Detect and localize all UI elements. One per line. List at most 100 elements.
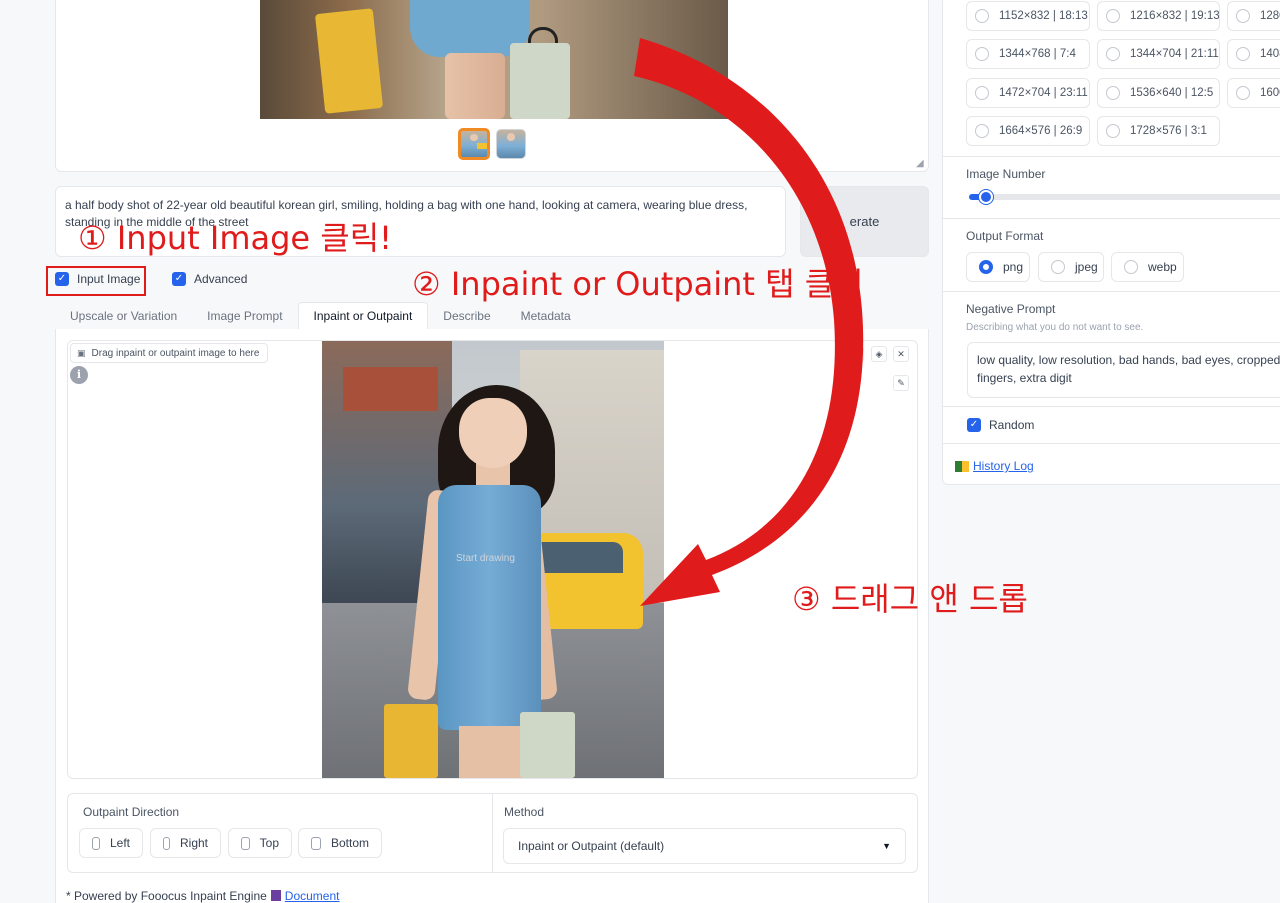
aspect-ratio-option[interactable]: 1152×832 | 18:13 [966,1,1090,31]
aspect-ratio-option[interactable]: 1344×768 | 7:4 [966,39,1090,69]
aspect-ratio-label: 1472×704 | 23:11 [999,87,1088,99]
book-icon [955,460,969,472]
radio-icon [1051,260,1065,274]
radio-icon [1236,47,1250,61]
history-log-label: History Log [973,459,1034,473]
outpaint-top-checkbox[interactable]: Top [228,828,292,858]
aspect-ratio-option[interactable]: 1280 [1227,1,1280,31]
gallery-thumbnail[interactable] [496,129,526,159]
negative-prompt-textarea[interactable]: low quality, low resolution, bad hands, … [967,342,1280,398]
gallery-thumbnail-selected[interactable] [458,128,490,160]
outpaint-right-checkbox[interactable]: Right [150,828,221,858]
format-png-label: png [1003,260,1024,274]
radio-icon [975,86,989,100]
checkbox-box [92,836,100,850]
aspect-ratio-option[interactable]: 1536×640 | 12:5 [1097,78,1220,108]
history-log-link[interactable]: History Log [955,459,1034,473]
aspect-ratio-option[interactable]: 1472×704 | 23:11 [966,78,1090,108]
annotation-step-1: ① Input Image 클릭! [78,219,392,257]
resize-handle-icon[interactable]: ◢ [916,159,926,169]
advanced-checkbox[interactable]: ✓ Advanced [172,272,247,286]
photo-white-bag [510,43,570,119]
aspect-ratio-label: 1664×576 | 26:9 [999,125,1083,137]
random-label: Random [989,418,1035,432]
output-format-label: Output Format [966,229,1044,243]
format-option-webp[interactable]: webp [1111,252,1184,282]
photo-dress [438,485,541,730]
method-dropdown[interactable]: Inpaint or Outpaint (default) ▼ [503,828,906,864]
brush-icon[interactable]: ✎ [893,375,909,391]
aspect-ratio-option[interactable]: 1216×832 | 19:13 [1097,1,1220,31]
powered-label: * Powered by Fooocus Inpaint Engine [66,889,267,903]
outpaint-direction-label: Outpaint Direction [83,805,180,819]
aspect-ratio-label: 1728×576 | 3:1 [1130,125,1207,137]
aspect-ratio-label: 1344×704 | 21:11 [1130,48,1219,60]
tab-describe[interactable]: Describe [428,303,505,330]
outpaint-bottom-checkbox[interactable]: Bottom [298,828,382,858]
fooocus-app: ◢ a half body shot of 22-year old beauti… [0,0,1280,903]
checkbox-box [163,836,170,850]
photo-yellow-bag [314,8,384,114]
aspect-ratio-options: 1152×832 | 18:13 1216×832 | 19:13 1280 1… [943,0,1280,157]
photo-legs [458,725,528,778]
radio-icon [1124,260,1138,274]
section-divider [943,406,1280,407]
powered-by-text: * Powered by Fooocus Inpaint Engine Docum… [66,889,340,903]
radio-icon [975,47,989,61]
aspect-ratio-option[interactable]: 1728×576 | 3:1 [1097,116,1220,146]
thumbnail-face [506,133,516,141]
photo-white-bag [520,712,576,778]
annotation-step-2: ② Inpaint or Outpaint 탭 클릭 [412,265,864,303]
aspect-ratio-option[interactable]: 1600 [1227,78,1280,108]
aspect-ratio-label: 1280 [1260,10,1280,22]
format-jpeg-label: jpeg [1075,260,1098,274]
method-value: Inpaint or Outpaint (default) [518,839,665,853]
negative-prompt-label: Negative Prompt [966,302,1056,316]
tab-metadata[interactable]: Metadata [506,303,586,330]
advanced-label: Advanced [194,272,248,286]
radio-icon [1236,9,1250,23]
aspect-ratio-label: 1152×832 | 18:13 [999,10,1088,22]
photo-yellow-bag [383,703,439,778]
options-divider [492,794,493,872]
aspect-ratio-option[interactable]: 1344×704 | 21:11 [1097,39,1220,69]
aspect-ratio-option[interactable]: 1664×576 | 26:9 [966,116,1090,146]
tab-inpaint-or-outpaint[interactable]: Inpaint or Outpaint [297,302,429,330]
outpaint-left-checkbox[interactable]: Left [79,828,143,858]
section-divider [943,291,1280,292]
document-link[interactable]: Document [285,889,340,903]
image-number-slider[interactable] [969,194,1280,200]
curved-arrow [634,38,864,606]
negative-prompt-hint: Describing what you do not want to see. [966,322,1144,333]
aspect-ratio-label: 1600 [1260,87,1280,99]
start-drawing-hint: Start drawing [456,553,515,564]
photo-face [458,397,528,468]
tab-upscale-or-variation[interactable]: Upscale or Variation [55,303,192,330]
close-icon[interactable]: ✕ [893,346,909,362]
drop-image-label[interactable]: ▣ Drag inpaint or outpaint image to here [70,343,269,363]
annotation-arrow [634,38,864,606]
aspect-ratio-option[interactable]: 1408 [1227,39,1280,69]
settings-panel: 1152×832 | 18:13 1216×832 | 19:13 1280 1… [942,0,1280,485]
radio-icon [1236,86,1250,100]
radio-icon [1106,47,1120,61]
thumbnail-car [476,143,487,150]
photo-sign [342,367,439,411]
image-number-label: Image Number [966,167,1046,181]
section-divider [943,156,1280,157]
tab-image-prompt[interactable]: Image Prompt [192,303,297,330]
image-number-slider-handle[interactable] [979,190,993,204]
image-icon: ▣ [77,347,86,358]
format-option-png[interactable]: png [966,252,1030,282]
aspect-ratio-label: 1408 [1260,48,1280,60]
format-option-jpeg[interactable]: jpeg [1038,252,1104,282]
info-icon[interactable]: i [70,366,88,384]
outpaint-top-label: Top [259,836,279,850]
thumbnail-face [470,134,478,141]
aspect-ratio-label: 1216×832 | 19:13 [1130,10,1220,22]
radio-icon [1106,9,1120,23]
section-divider [943,218,1280,219]
random-checkbox[interactable]: ✓ Random [967,418,1034,432]
annotation-highlight-box [46,266,146,296]
book-icon [270,890,281,901]
